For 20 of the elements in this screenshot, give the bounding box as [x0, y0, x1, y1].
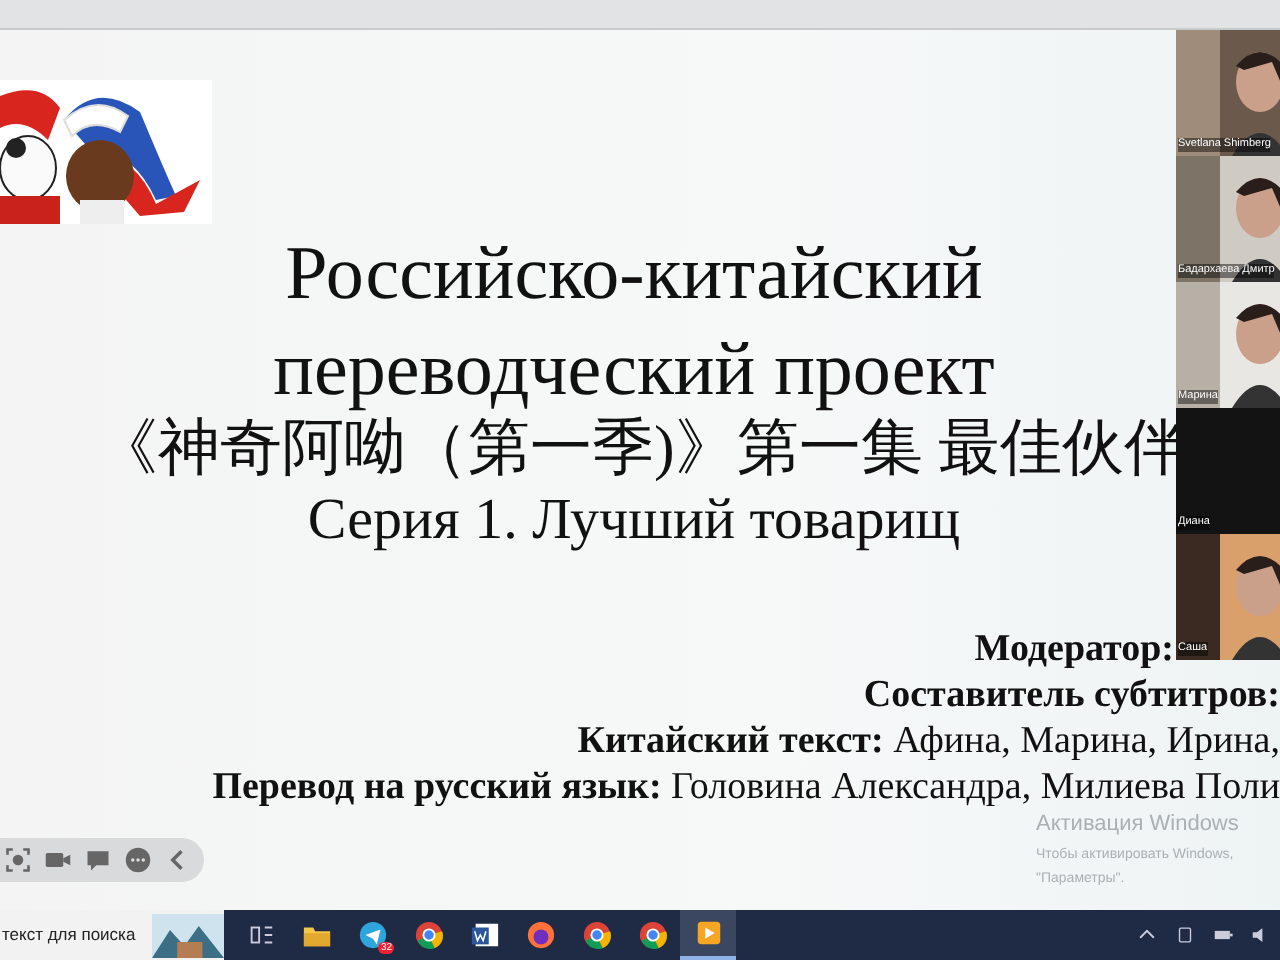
- slide-title: Российско-китайский: [285, 232, 983, 316]
- search-field[interactable]: текст для поиска: [0, 910, 224, 960]
- chat-icon[interactable]: [84, 846, 112, 874]
- more-icon[interactable]: [124, 846, 152, 874]
- word-icon: [469, 920, 499, 950]
- device-icon[interactable]: [1174, 924, 1196, 946]
- activation-title: Активация Windows: [1036, 812, 1239, 838]
- credit-line: Перевод на русский язык: Головина Александра, Милиева Поли: [212, 764, 1280, 810]
- credit-line: Модератор:: [974, 626, 1174, 672]
- firefox-icon: [525, 920, 555, 950]
- screenshot-icon[interactable]: [4, 846, 32, 874]
- chrome-icon: [413, 920, 443, 950]
- credit-line: Составитель субтитров:: [863, 672, 1280, 718]
- chrome-icon: [637, 920, 667, 950]
- slide-title: переводческий проект: [273, 328, 995, 412]
- taskbar-app[interactable]: [680, 910, 736, 960]
- credit-line: Китайский текст: Афина, Марина, Ирина,: [577, 718, 1280, 764]
- chrome-icon: [581, 920, 611, 950]
- slide-subtitle: Серия 1. Лучший товарищ: [307, 488, 961, 552]
- play-icon: [693, 918, 723, 948]
